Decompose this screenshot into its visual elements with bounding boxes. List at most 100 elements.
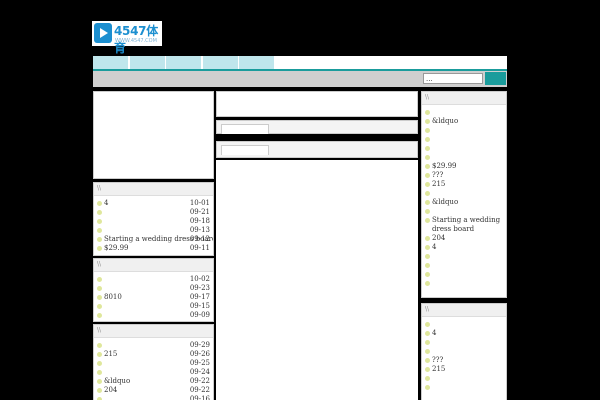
item-date: 09-13 [189,226,210,234]
item-date: 09-22 [189,386,210,394]
bullet-icon [425,272,430,277]
item-title: $29.99 [432,162,457,170]
item-date: 09-17 [189,293,210,301]
item-date: 10-02 [189,275,210,283]
list-item[interactable]: &ldquo 09-22 [94,377,213,386]
list-item[interactable]: $29.99 [422,162,506,171]
list-item[interactable] [422,279,506,288]
item-date: 09-11 [189,244,210,252]
list-item[interactable] [422,374,506,383]
right-panel-2: \\ 4 ??? 215 [421,303,507,400]
list-item[interactable]: 204 09-22 [94,386,213,395]
bullet-icon [425,146,430,151]
list-item[interactable] [422,338,506,347]
list-item[interactable]: ??? [422,356,506,365]
bullet-icon [97,201,102,206]
list-item[interactable]: &ldquo [422,198,506,207]
list-item[interactable]: 4 [422,243,506,252]
list-item[interactable]: 09-15 [94,302,213,311]
list-item[interactable]: 10-02 [94,275,213,284]
item-date: 09-29 [189,341,210,349]
list-item[interactable]: Starting a wedding dress board [422,216,506,234]
item-title: &ldquo [432,117,459,125]
panel-header: \\ [422,92,506,105]
bullet-icon [97,246,102,251]
item-date: 09-25 [189,359,210,367]
list-item[interactable]: 09-23 [94,284,213,293]
list-item[interactable] [422,144,506,153]
list-item[interactable]: 4 [422,329,506,338]
nav-tab-1[interactable] [93,56,128,69]
list-item[interactable] [422,261,506,270]
bullet-icon [425,322,430,327]
list-item[interactable]: 09-29 [94,341,213,350]
item-title: 4 [104,199,109,207]
list-item[interactable]: 215 09-26 [94,350,213,359]
list-item[interactable]: 215 [422,365,506,374]
list-item[interactable]: 215 [422,180,506,189]
list-item[interactable]: 09-13 [94,226,213,235]
list-item[interactable] [422,347,506,356]
bullet-icon [425,128,430,133]
list-item[interactable] [422,252,506,261]
item-date: 09-18 [189,217,210,225]
logo-url: WWW.4547.COM [115,38,157,44]
middle-content [216,160,418,400]
bullet-icon [97,228,102,233]
bullet-icon [425,164,430,169]
list-item[interactable] [422,126,506,135]
list-item[interactable]: Starting a wedding dress board 09-12 [94,235,213,244]
list-item[interactable]: 4 10-01 [94,199,213,208]
nav-tab-2[interactable] [130,56,165,69]
search-input[interactable]: ... [423,73,483,84]
list-item[interactable]: 09-18 [94,217,213,226]
list-item[interactable] [422,270,506,279]
list-item[interactable] [422,108,506,117]
main-nav [93,56,507,72]
site-logo[interactable]: 4547体育 WWW.4547.COM [92,21,162,55]
nav-tab-4[interactable] [203,56,238,69]
tab-header[interactable] [221,124,269,134]
list-item[interactable] [422,207,506,216]
bullet-icon [425,236,430,241]
bullet-icon [425,376,430,381]
bullet-icon [425,209,430,214]
bullet-icon [425,191,430,196]
item-title: Starting a wedding dress board [432,216,501,233]
list-item[interactable]: 09-09 [94,311,213,320]
bullet-icon [425,173,430,178]
list-item[interactable]: 204 [422,234,506,243]
list-item[interactable] [422,153,506,162]
item-title: 204 [432,234,446,242]
list-item[interactable] [422,135,506,144]
bullet-icon [425,254,430,259]
list-item[interactable] [422,189,506,198]
bullet-icon [425,218,430,223]
nav-tab-5[interactable] [239,56,274,69]
bullet-icon [425,137,430,142]
list-item[interactable] [422,320,506,329]
list-item[interactable]: 09-21 [94,208,213,217]
bullet-icon [97,352,102,357]
item-title: ??? [432,356,444,364]
list-item[interactable]: 09-25 [94,359,213,368]
list-item[interactable]: ??? [422,171,506,180]
list-item[interactable]: &ldquo [422,117,506,126]
search-button[interactable] [485,72,506,85]
bullet-icon [97,295,102,300]
tab-header[interactable] [221,145,269,155]
list-item[interactable]: $29.99 09-11 [94,244,213,253]
bullet-icon [425,367,430,372]
bullet-icon [97,343,102,348]
bullet-icon [97,277,102,282]
bullet-icon [97,313,102,318]
list-item[interactable] [422,383,506,392]
list-item[interactable]: 09-16 [94,395,213,400]
item-date: 09-24 [189,368,210,376]
list-item[interactable]: 09-24 [94,368,213,377]
panel-header: \\ [94,183,213,196]
bullet-icon [425,349,430,354]
list-item[interactable]: 8010 09-17 [94,293,213,302]
item-date: 09-22 [189,377,210,385]
nav-tab-3[interactable] [166,56,201,69]
